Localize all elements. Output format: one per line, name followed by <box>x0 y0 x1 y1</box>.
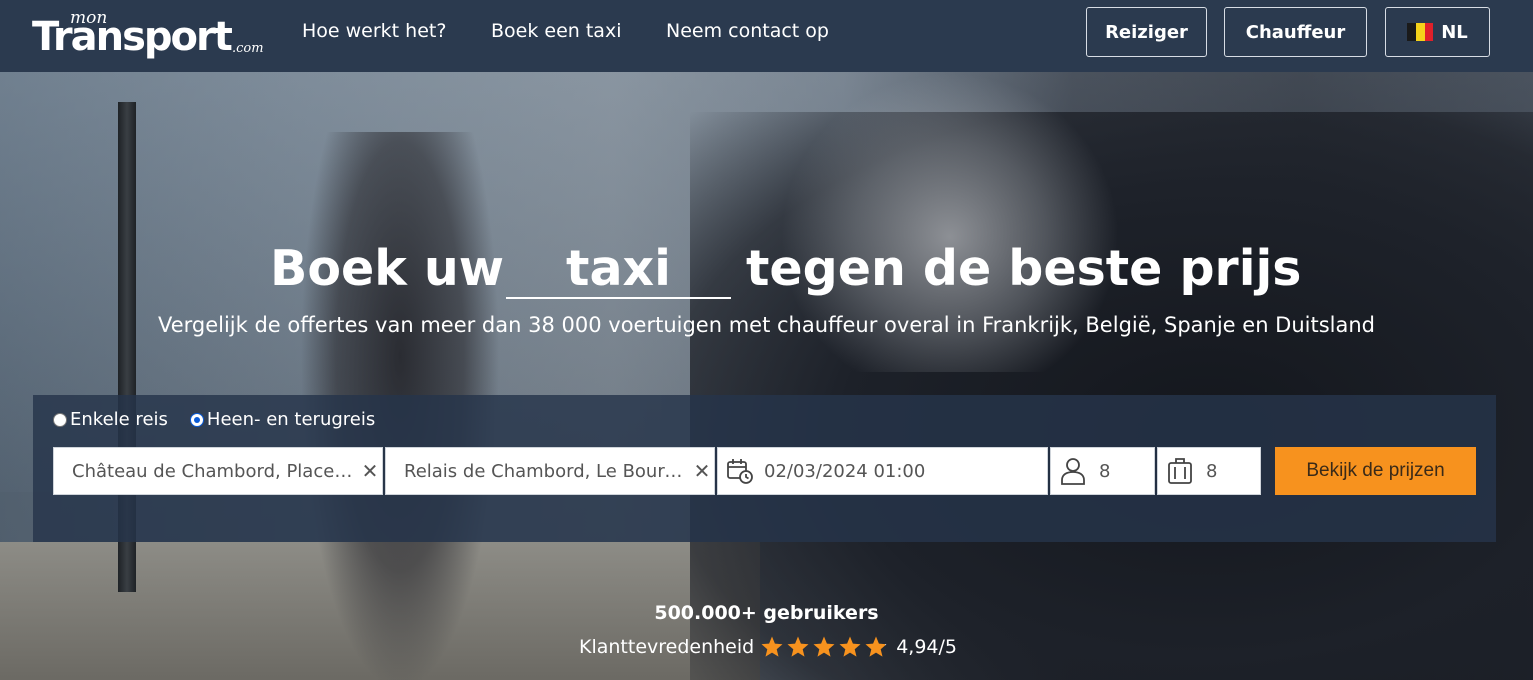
customer-satisfaction: Klanttevredenheid 4,94/5 <box>579 635 957 659</box>
logo-transport: Transport <box>32 14 233 60</box>
luggage-value: 8 <box>1206 460 1218 482</box>
clear-destination-icon[interactable]: ✕ <box>690 459 714 483</box>
radio-one-way-circle[interactable] <box>53 412 67 427</box>
destination-value: Relais de Chambord, Le Bourg, Chambord <box>404 460 690 482</box>
datetime-value: 02/03/2024 01:00 <box>764 460 926 482</box>
suitcase-icon <box>1158 456 1194 486</box>
traveler-button[interactable]: Reiziger <box>1086 7 1207 57</box>
passengers-value: 8 <box>1099 460 1111 482</box>
radio-round-trip-circle[interactable] <box>189 412 204 427</box>
star-icon <box>813 636 835 657</box>
headline-before: Boek uw <box>270 240 505 297</box>
logo-com: .com <box>232 41 264 56</box>
hero-headline: Boek uw taxi tegen de beste prijs <box>0 240 1533 300</box>
nav-book-taxi[interactable]: Boek een taxi <box>491 20 621 42</box>
passengers-input[interactable]: 8 <box>1050 447 1155 495</box>
driver-button[interactable]: Chauffeur <box>1224 7 1367 57</box>
star-icon <box>865 636 887 657</box>
belgium-flag-icon <box>1407 23 1434 41</box>
language-selector[interactable]: NL <box>1385 7 1490 57</box>
star-icon <box>761 636 783 657</box>
radio-one-way-label: Enkele reis <box>70 409 168 430</box>
driver-button-label: Chauffeur <box>1245 21 1346 43</box>
hero-section: Boek uw taxi tegen de beste prijs Vergel… <box>0 72 1533 680</box>
radio-round-trip-label: Heen- en terugreis <box>206 409 376 430</box>
destination-input[interactable]: Relais de Chambord, Le Bourg, Chambord ✕ <box>385 447 715 495</box>
headline-underline <box>506 297 731 299</box>
montransport-logo[interactable]: mon Transport .com <box>32 8 277 64</box>
clear-departure-icon[interactable]: ✕ <box>358 459 382 483</box>
rating-stars <box>760 635 888 659</box>
departure-value: Château de Chambord, Place Saint-Louis, … <box>72 460 358 482</box>
star-icon <box>839 636 861 657</box>
see-prices-button[interactable]: Bekijk de prijzen <box>1275 447 1476 495</box>
trip-type-selector: Enkele reis Heen- en terugreis <box>53 409 375 430</box>
language-label: NL <box>1441 21 1468 43</box>
headline-rotating-word: taxi <box>566 240 671 297</box>
datetime-input[interactable]: 02/03/2024 01:00 <box>717 447 1048 495</box>
nav-contact[interactable]: Neem contact op <box>666 20 829 42</box>
headline-after: tegen de beste prijs <box>746 240 1302 297</box>
star-icon <box>787 636 809 657</box>
booking-search-panel: Enkele reis Heen- en terugreis Château d… <box>33 395 1496 542</box>
radio-one-way[interactable]: Enkele reis <box>53 409 168 430</box>
users-count: 500.000+ gebruikers <box>654 602 879 624</box>
rating-value: 4,94/5 <box>896 636 957 658</box>
flag-stripe-yellow <box>1415 23 1425 41</box>
departure-input[interactable]: Château de Chambord, Place Saint-Louis, … <box>53 447 383 495</box>
passenger-icon <box>1051 456 1087 486</box>
calendar-clock-icon <box>718 457 754 485</box>
flag-stripe-red <box>1424 23 1434 41</box>
satisfaction-label: Klanttevredenheid <box>579 636 755 658</box>
traveler-button-label: Reiziger <box>1105 21 1188 43</box>
nav-how-it-works[interactable]: Hoe werkt het? <box>302 20 446 42</box>
flag-stripe-black <box>1407 23 1416 41</box>
top-navbar: mon Transport .com Hoe werkt het? Boek e… <box>0 0 1533 72</box>
radio-round-trip[interactable]: Heen- en terugreis <box>189 409 376 430</box>
luggage-input[interactable]: 8 <box>1157 447 1261 495</box>
hero-subtitle: Vergelijk de offertes van meer dan 38 00… <box>157 313 1376 337</box>
